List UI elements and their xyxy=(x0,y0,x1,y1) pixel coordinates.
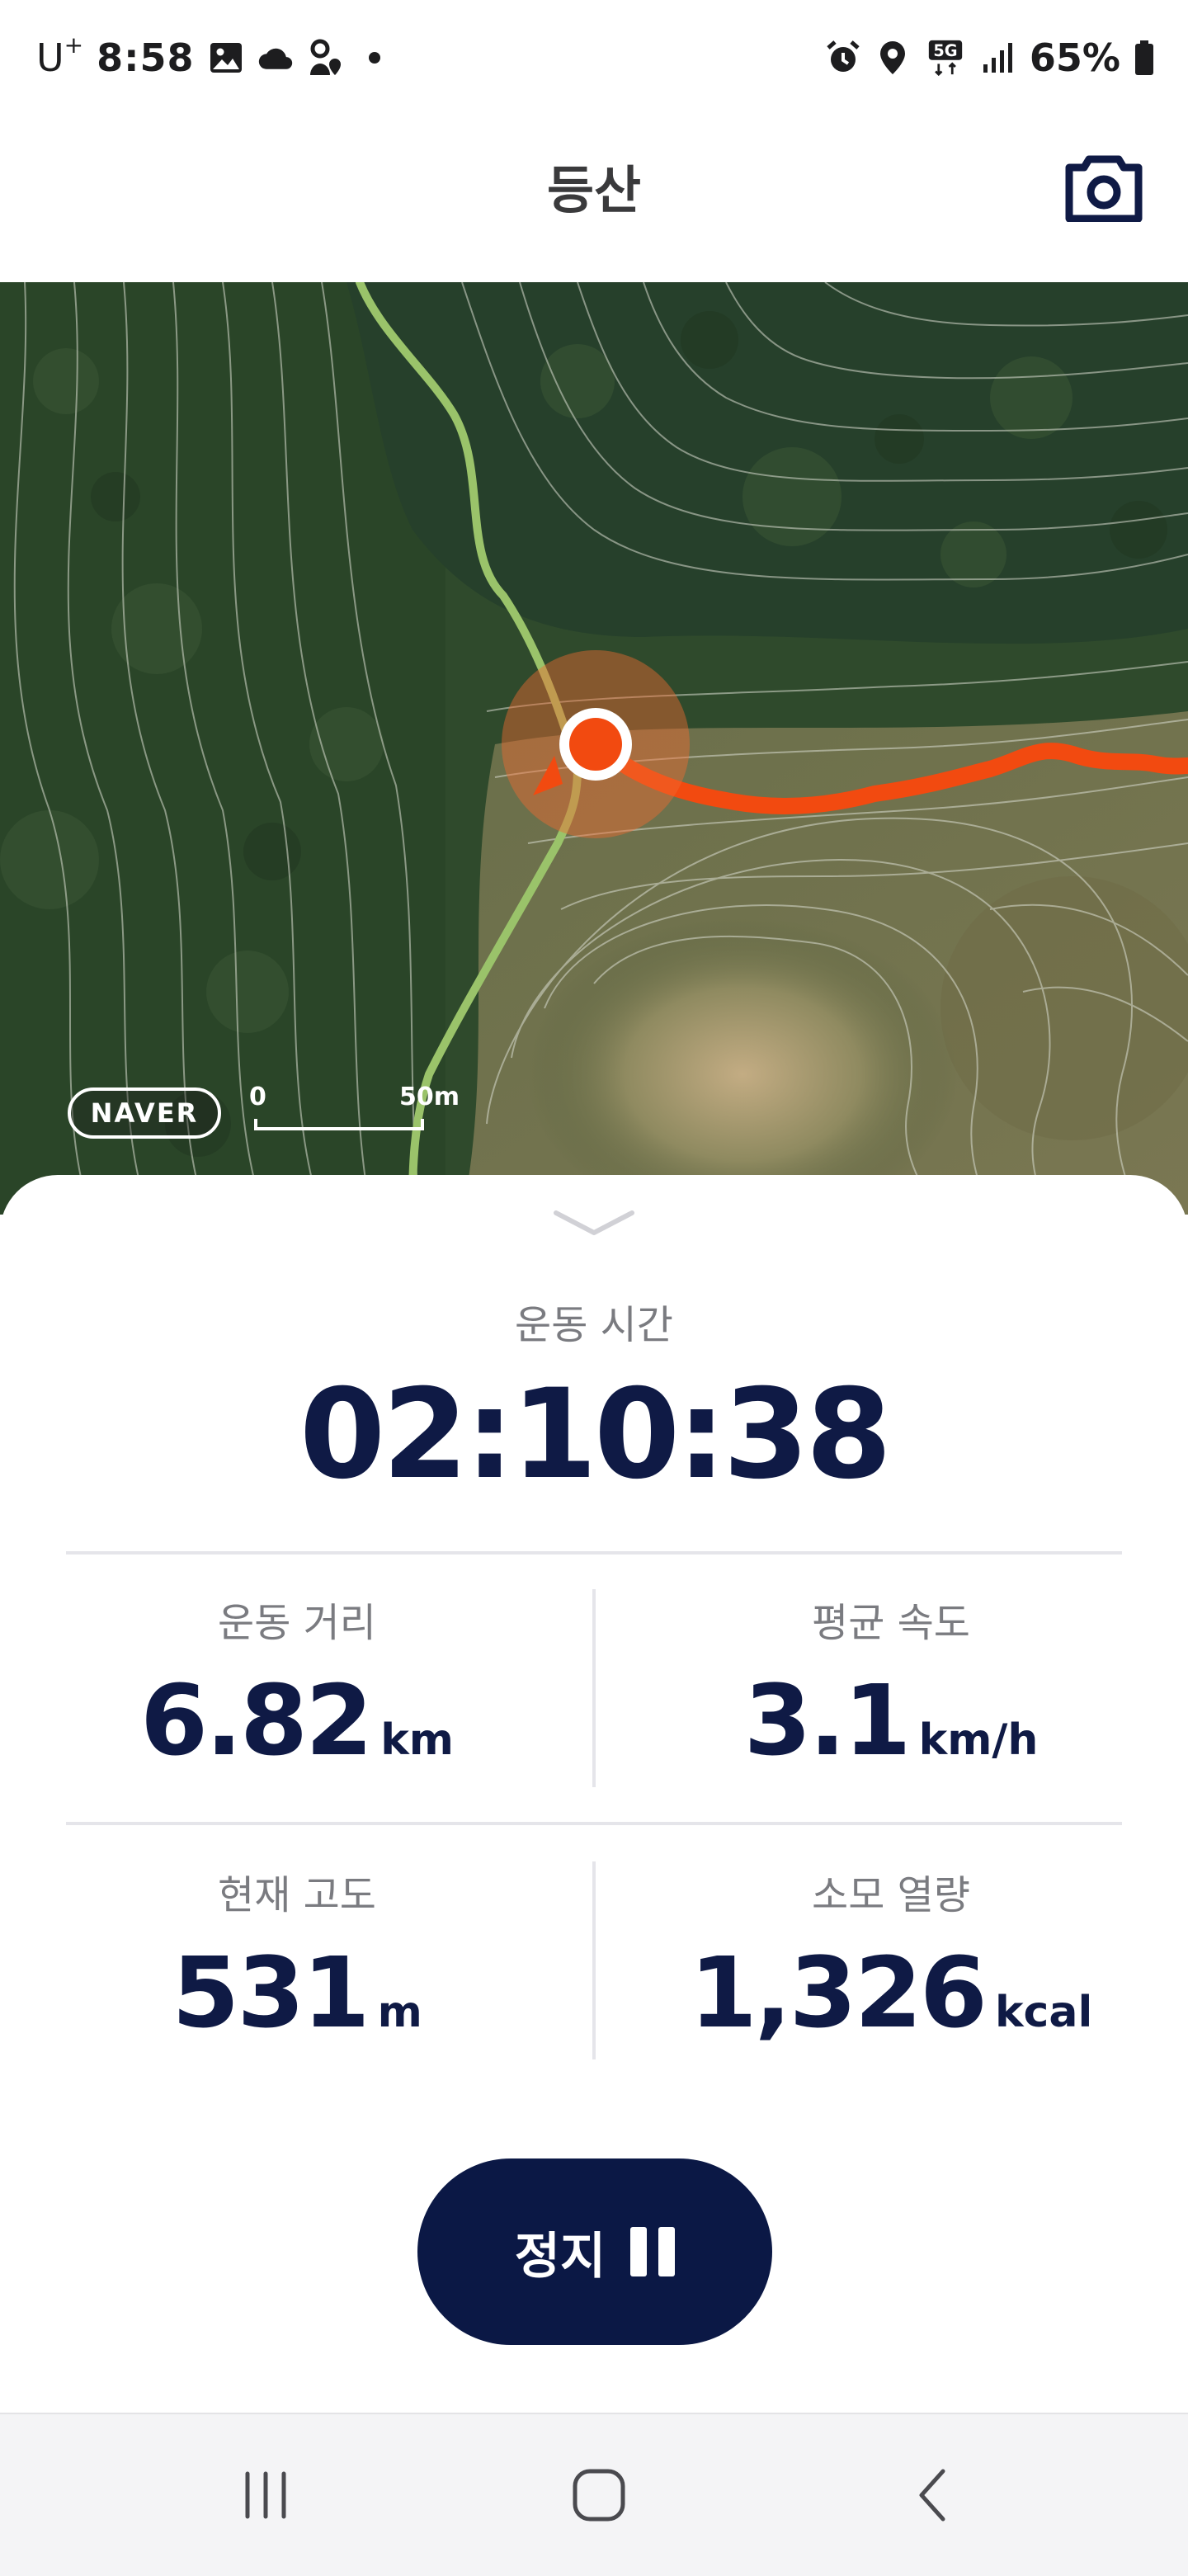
gallery-icon xyxy=(208,40,244,76)
stat-unit: km/h xyxy=(918,1715,1039,1765)
stat-unit: kcal xyxy=(994,1988,1093,2037)
stat-value-row: 6.82 km xyxy=(0,1667,594,1774)
chevron-down-icon xyxy=(554,1210,634,1235)
alarm-icon xyxy=(825,40,861,76)
recent-apps-button[interactable] xyxy=(224,2454,307,2536)
stat-label: 소모 열량 xyxy=(812,1872,970,1918)
stop-button[interactable]: 정지 xyxy=(417,2158,772,2345)
cloud-icon xyxy=(257,40,294,76)
status-bar-left: U+ 8:58 xyxy=(36,30,393,86)
camera-icon xyxy=(1065,155,1143,222)
carrier-label: U+ xyxy=(36,31,84,80)
5g-icon: 5G xyxy=(924,40,967,76)
map-scale: 0 50m xyxy=(248,1083,462,1140)
stat-average-speed: 평균 속도 3.1 km/h xyxy=(594,1594,1188,1774)
sheet-collapse-handle[interactable] xyxy=(551,1206,637,1239)
person-pin-icon xyxy=(307,39,343,76)
clock: 8:58 xyxy=(97,35,195,80)
app-header: 등산 xyxy=(0,116,1188,282)
signal-bars-icon xyxy=(980,40,1016,76)
stop-button-label: 정지 xyxy=(514,2227,606,2286)
pause-icon xyxy=(630,2227,676,2276)
system-nav-bar xyxy=(0,2413,1188,2576)
stat-value-row: 3.1 km/h xyxy=(594,1667,1188,1774)
workout-time-label: 운동 시간 xyxy=(515,1302,673,1348)
home-button[interactable] xyxy=(558,2454,640,2536)
naver-logo: NAVER xyxy=(68,1087,221,1139)
stat-unit: km xyxy=(380,1715,454,1765)
location-pin-icon xyxy=(874,40,911,76)
status-bar: U+ 8:58 5G 65% xyxy=(0,0,1188,116)
stat-value: 531 xyxy=(172,1936,370,2050)
battery-percent: 65% xyxy=(1029,35,1120,80)
status-bar-right: 5G 65% xyxy=(825,30,1155,86)
recent-apps-icon xyxy=(245,2471,286,2519)
divider xyxy=(66,1822,1122,1825)
scale-bar xyxy=(254,1119,424,1130)
dot-icon xyxy=(356,40,393,76)
page-title: 등산 xyxy=(546,160,642,220)
stat-value: 6.82 xyxy=(140,1663,373,1777)
stat-calories: 소모 열량 1,326 kcal xyxy=(594,1866,1188,2046)
stat-label: 현재 고도 xyxy=(218,1872,376,1918)
battery-icon xyxy=(1134,40,1155,76)
stat-value: 3.1 xyxy=(743,1663,912,1777)
stat-label: 평균 속도 xyxy=(812,1600,970,1646)
satellite-terrain xyxy=(0,282,1188,1215)
stat-value: 1,326 xyxy=(689,1936,988,2050)
back-icon xyxy=(919,2469,945,2522)
stat-value-row: 1,326 kcal xyxy=(594,1939,1188,2046)
trail-map[interactable]: NAVER 0 50m xyxy=(0,282,1188,1215)
back-button[interactable] xyxy=(891,2454,974,2536)
scale-end-label: 50m xyxy=(399,1083,460,1111)
workout-sheet: 운동 시간 02:10:38 운동 거리 6.82 km 평균 속도 3.1 km/… xyxy=(0,1175,1188,2413)
stat-distance: 운동 거리 6.82 km xyxy=(0,1594,594,1774)
home-icon xyxy=(573,2469,625,2522)
workout-time-value: 02:10:38 xyxy=(299,1363,892,1507)
divider xyxy=(66,1551,1122,1555)
svg-text:5G: 5G xyxy=(933,41,957,60)
stat-value-row: 531 m xyxy=(0,1939,594,2046)
stat-unit: m xyxy=(377,1988,422,2037)
stat-altitude: 현재 고도 531 m xyxy=(0,1866,594,2046)
scale-start-label: 0 xyxy=(249,1083,266,1111)
camera-button[interactable] xyxy=(1061,145,1147,231)
stat-label: 운동 거리 xyxy=(218,1600,376,1646)
